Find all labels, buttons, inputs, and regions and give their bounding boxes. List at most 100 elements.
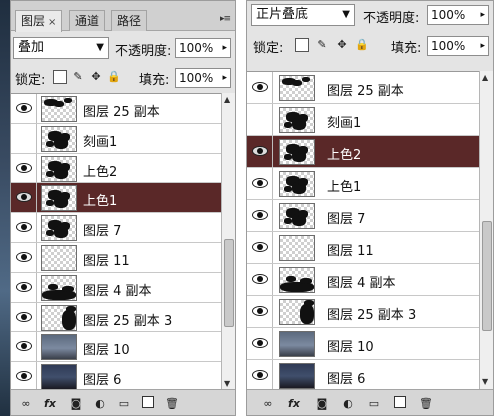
tab-paths[interactable]: 路径 [111, 10, 148, 31]
scroll-thumb[interactable] [482, 221, 492, 331]
layer-thumbnail [279, 235, 315, 261]
layer-scrollbar[interactable]: ▲ ▼ [221, 93, 235, 391]
scroll-down-icon[interactable]: ▼ [482, 377, 488, 386]
layer-row[interactable]: 上色1 [247, 168, 479, 200]
new-layer-icon[interactable] [139, 396, 157, 411]
tab-channels[interactable]: 通道 [69, 10, 106, 31]
opacity-value: 100% [179, 41, 214, 55]
new-layer-icon[interactable] [391, 396, 409, 411]
layer-thumbnail [41, 304, 77, 331]
mask-icon[interactable]: ◙ [67, 396, 85, 411]
lock-move-icon[interactable]: ✥ [89, 70, 103, 84]
chevron-right-icon: ▸ [222, 73, 227, 83]
visibility-toggle[interactable] [247, 360, 273, 390]
layer-row[interactable]: 图层 25 副本 3 [247, 296, 479, 328]
visibility-toggle[interactable] [247, 104, 273, 135]
link-icon[interactable]: ∞ [17, 396, 35, 411]
mask-icon[interactable]: ◙ [313, 396, 331, 411]
fill-input[interactable]: 100% ▸ [175, 68, 231, 88]
trash-icon[interactable]: 🗑 [417, 396, 435, 411]
visibility-toggle[interactable] [11, 332, 37, 362]
fill-input[interactable]: 100% ▸ [427, 36, 489, 56]
layer-row[interactable]: 图层 11 [247, 232, 479, 264]
layer-row[interactable]: 图层 10 [247, 328, 479, 360]
eye-icon [252, 274, 268, 284]
visibility-toggle[interactable] [11, 153, 37, 183]
scroll-up-icon[interactable]: ▲ [224, 95, 230, 104]
layer-name: 图层 25 副本 [83, 105, 160, 120]
visibility-toggle[interactable] [247, 200, 273, 231]
layer-row[interactable]: 图层 11 [11, 243, 223, 273]
visibility-toggle[interactable] [247, 264, 273, 295]
layer-thumbnail [279, 267, 315, 293]
blend-mode-select[interactable]: 正片叠底 ▼ [251, 4, 355, 26]
chevron-right-icon: ▸ [480, 10, 485, 20]
layer-row[interactable]: 图层 25 副本 3 [11, 302, 223, 333]
layer-row[interactable]: 图层 4 副本 [11, 272, 223, 303]
visibility-toggle[interactable] [11, 272, 37, 302]
opacity-input[interactable]: 100% ▸ [175, 38, 231, 58]
layer-name: 图层 7 [83, 224, 122, 240]
fill-value: 100% [431, 39, 466, 53]
lock-move-icon[interactable]: ✥ [335, 38, 349, 52]
visibility-toggle[interactable] [11, 213, 37, 242]
visibility-toggle[interactable] [247, 72, 273, 103]
panel-menu-icon[interactable]: ▸≡ [220, 14, 231, 24]
folder-icon[interactable]: ▭ [115, 396, 133, 411]
lock-all-icon[interactable]: 🔒 [355, 38, 369, 52]
fx-icon[interactable]: fx [39, 396, 61, 411]
panel-footer: ∞ fx ◙ ◐ ▭ 🗑 [247, 389, 493, 415]
visibility-toggle[interactable] [247, 232, 273, 263]
layer-row[interactable]: 图层 6 [247, 360, 479, 390]
layer-row[interactable]: 上色2 [11, 153, 223, 184]
visibility-toggle[interactable] [11, 302, 37, 332]
visibility-toggle[interactable] [247, 136, 273, 167]
layer-row[interactable]: 图层 25 副本 [247, 72, 479, 104]
layer-name: 刻画1 [83, 134, 118, 150]
scroll-down-icon[interactable]: ▼ [224, 379, 230, 388]
layer-name: 刻画1 [327, 116, 362, 131]
layer-row[interactable]: 刻画1 [247, 104, 479, 136]
lock-paint-icon[interactable]: ✎ [71, 70, 85, 84]
lock-paint-icon[interactable]: ✎ [315, 38, 329, 52]
layer-row[interactable]: 图层 25 副本 [11, 94, 223, 124]
eye-icon [252, 242, 268, 252]
visibility-toggle[interactable] [247, 296, 273, 327]
layer-row[interactable]: 上色2 [247, 136, 479, 168]
layer-thumbnail [41, 274, 77, 301]
layer-row[interactable]: 图层 6 [11, 362, 223, 390]
visibility-toggle[interactable] [11, 123, 37, 153]
visibility-toggle[interactable] [11, 94, 37, 123]
opacity-input[interactable]: 100% ▸ [427, 5, 489, 25]
blend-mode-select[interactable]: 叠加 ▼ [13, 37, 109, 59]
lock-transparency-icon[interactable] [53, 70, 67, 84]
visibility-toggle[interactable] [11, 243, 37, 272]
layer-row[interactable]: 图层 10 [11, 332, 223, 363]
layer-name: 图层 25 副本 [327, 84, 404, 99]
layer-scrollbar[interactable]: ▲ ▼ [479, 71, 493, 391]
layer-row[interactable]: 图层 7 [11, 213, 223, 243]
fx-icon[interactable]: fx [283, 396, 305, 411]
adjustment-icon[interactable]: ◐ [339, 396, 357, 411]
layer-row[interactable]: 图层 4 副本 [247, 264, 479, 296]
layer-thumbnail [41, 96, 77, 122]
eye-icon [16, 252, 32, 262]
visibility-toggle[interactable] [11, 362, 37, 390]
visibility-toggle[interactable] [11, 183, 37, 213]
folder-icon[interactable]: ▭ [365, 396, 383, 411]
layer-row[interactable]: 上色1 [11, 183, 223, 214]
lock-all-icon[interactable]: 🔒 [107, 70, 121, 84]
layer-row[interactable]: 图层 7 [247, 200, 479, 232]
visibility-toggle[interactable] [247, 168, 273, 199]
lock-transparency-icon[interactable] [295, 38, 309, 52]
trash-icon[interactable]: 🗑 [163, 396, 181, 411]
visibility-toggle[interactable] [247, 328, 273, 359]
scroll-thumb[interactable] [224, 239, 234, 327]
layer-row[interactable]: 刻画1 [11, 123, 223, 154]
scroll-up-icon[interactable]: ▲ [482, 73, 488, 82]
layer-thumbnail [41, 155, 77, 182]
link-icon[interactable]: ∞ [259, 396, 277, 411]
tab-layers[interactable]: 图层 × [15, 10, 63, 32]
close-icon[interactable]: × [48, 17, 56, 28]
adjustment-icon[interactable]: ◐ [91, 396, 109, 411]
